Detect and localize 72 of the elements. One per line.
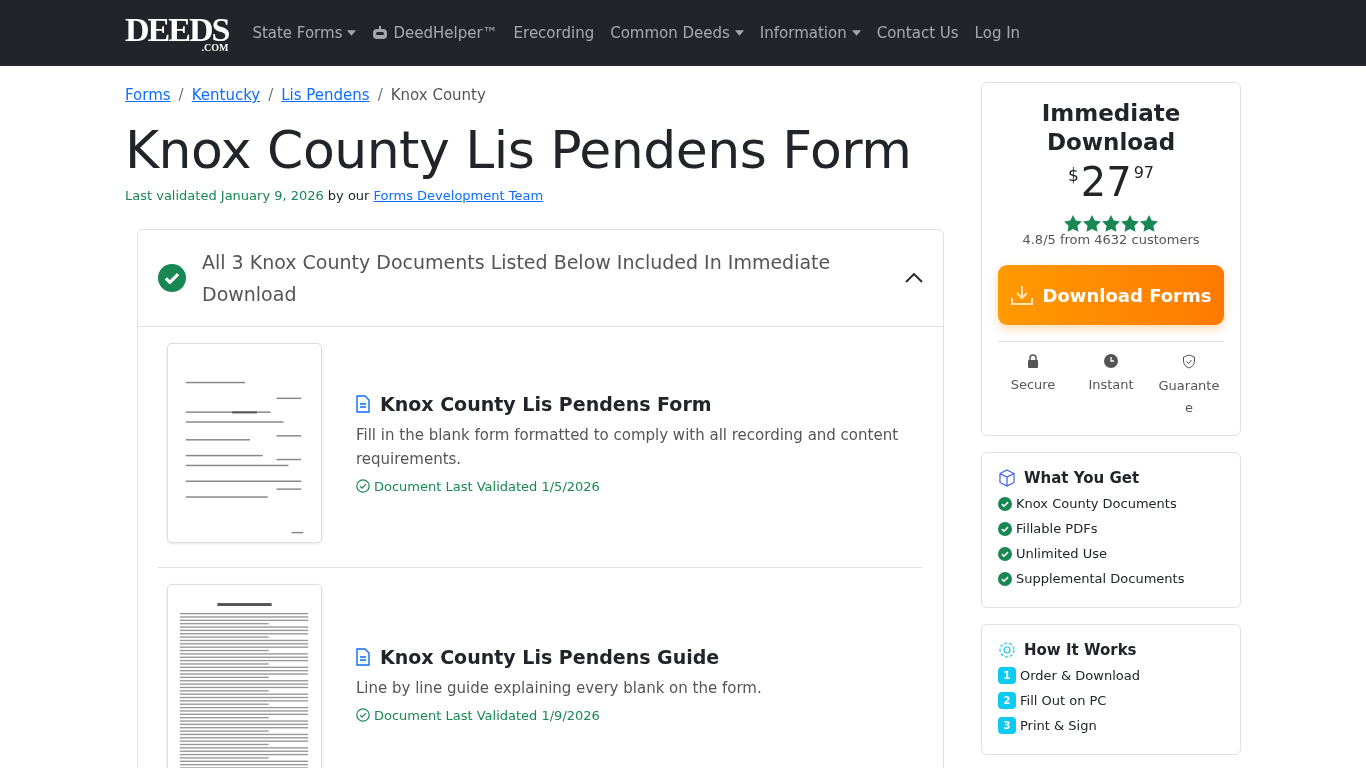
robot-icon [372, 26, 389, 40]
breadcrumb-separator: / [178, 86, 184, 104]
breadcrumb-separator: / [377, 86, 383, 104]
currency-symbol: $ [1067, 165, 1079, 185]
step-text: Fill Out on PC [1020, 692, 1107, 710]
breadcrumb-separator: / [268, 86, 274, 104]
document-icon [356, 647, 370, 666]
current-page-label: Knox County [390, 86, 486, 104]
star-icon [1083, 215, 1101, 232]
card-title: How It Works [1024, 641, 1137, 659]
feature-label: Secure [1010, 376, 1056, 394]
accordion-title: All 3 Knox County Documents Listed Below Included In Immediate Download [202, 250, 832, 307]
star-icon [1102, 215, 1120, 232]
caret-icon [734, 30, 744, 36]
check-circle-icon [998, 521, 1012, 536]
nav-link[interactable]: Information [751, 16, 869, 50]
validation-date: Document Last Validated 1/9/2026 [374, 707, 600, 723]
gear-icon [998, 641, 1016, 659]
price-cents: 97 [1133, 163, 1155, 182]
card-title: What You Get [1024, 469, 1140, 487]
download-icon [1010, 285, 1033, 305]
box-icon [998, 469, 1016, 487]
step-number: 2 [998, 692, 1016, 709]
deeds-logo[interactable]: DEEDS .COM [125, 13, 229, 53]
document-title: Knox County Lis Pendens Form [380, 392, 712, 415]
caret-icon [347, 30, 357, 36]
nav-link[interactable]: State Forms [244, 16, 365, 50]
price: 27 [1080, 159, 1132, 205]
chevron-icon [905, 273, 923, 283]
caret-icon [851, 30, 861, 36]
step-number: 3 [998, 717, 1016, 734]
shield-check-icon [1182, 354, 1196, 369]
document-description: Fill in the blank form formatted to comply with all recording and content requirements. [356, 424, 900, 470]
nav-link[interactable]: Erecording [505, 16, 603, 50]
step-text: Order & Download [1020, 667, 1140, 685]
benefit-text: Knox County Documents [1016, 495, 1177, 513]
nav-link[interactable]: Contact Us [868, 16, 967, 50]
feature-label: Instant [1088, 376, 1134, 394]
nav-link[interactable]: Common Deeds [602, 16, 752, 50]
step-number: 1 [998, 667, 1016, 684]
check-circle-icon [998, 571, 1012, 586]
breadcrumb-link[interactable]: Forms [125, 86, 171, 104]
lock-icon [1027, 354, 1039, 368]
star-icon [1064, 215, 1082, 232]
benefit-text: Unlimited Use [1016, 545, 1108, 563]
rating-text: 4.8/5 from 4632 customers [1021, 232, 1201, 247]
validation-text: by our [327, 188, 370, 203]
accordion-header[interactable]: All 3 Knox County Documents Listed Below Included In Immediate Download [138, 230, 943, 327]
step-text: Print & Sign [1020, 717, 1097, 735]
breadcrumb-link[interactable]: Lis Pendens [281, 86, 370, 104]
document-description: Line by line guide explaining every blank on the form. [356, 677, 762, 699]
benefit-text: Fillable PDFs [1016, 520, 1098, 538]
check-circle-icon [356, 479, 370, 493]
check-circle-icon [356, 708, 370, 722]
check-circle-icon [998, 546, 1012, 561]
clock-icon [1104, 354, 1118, 368]
document-title: Knox County Lis Pendens Guide [380, 645, 720, 668]
star-icon [1121, 215, 1139, 232]
card-title: Immediate Download [1040, 99, 1182, 157]
validation-date: Last validated January 9, 2026 [125, 188, 324, 203]
star-icon [1140, 215, 1158, 232]
check-circle-icon [158, 264, 186, 292]
validation-date: Document Last Validated 1/5/2026 [374, 478, 600, 494]
nav-link[interactable]: Log In [966, 16, 1029, 50]
team-link[interactable]: Forms Development Team [373, 188, 544, 203]
document-icon [356, 394, 370, 413]
breadcrumb-link[interactable]: Kentucky [191, 86, 261, 104]
page-title: Knox County Lis Pendens Form [125, 120, 913, 180]
nav-link[interactable]: DeedHelper™ [364, 16, 506, 50]
check-circle-icon [998, 496, 1012, 511]
benefit-text: Supplemental Documents [1016, 570, 1185, 588]
feature-label: Guarante e [1158, 377, 1220, 417]
